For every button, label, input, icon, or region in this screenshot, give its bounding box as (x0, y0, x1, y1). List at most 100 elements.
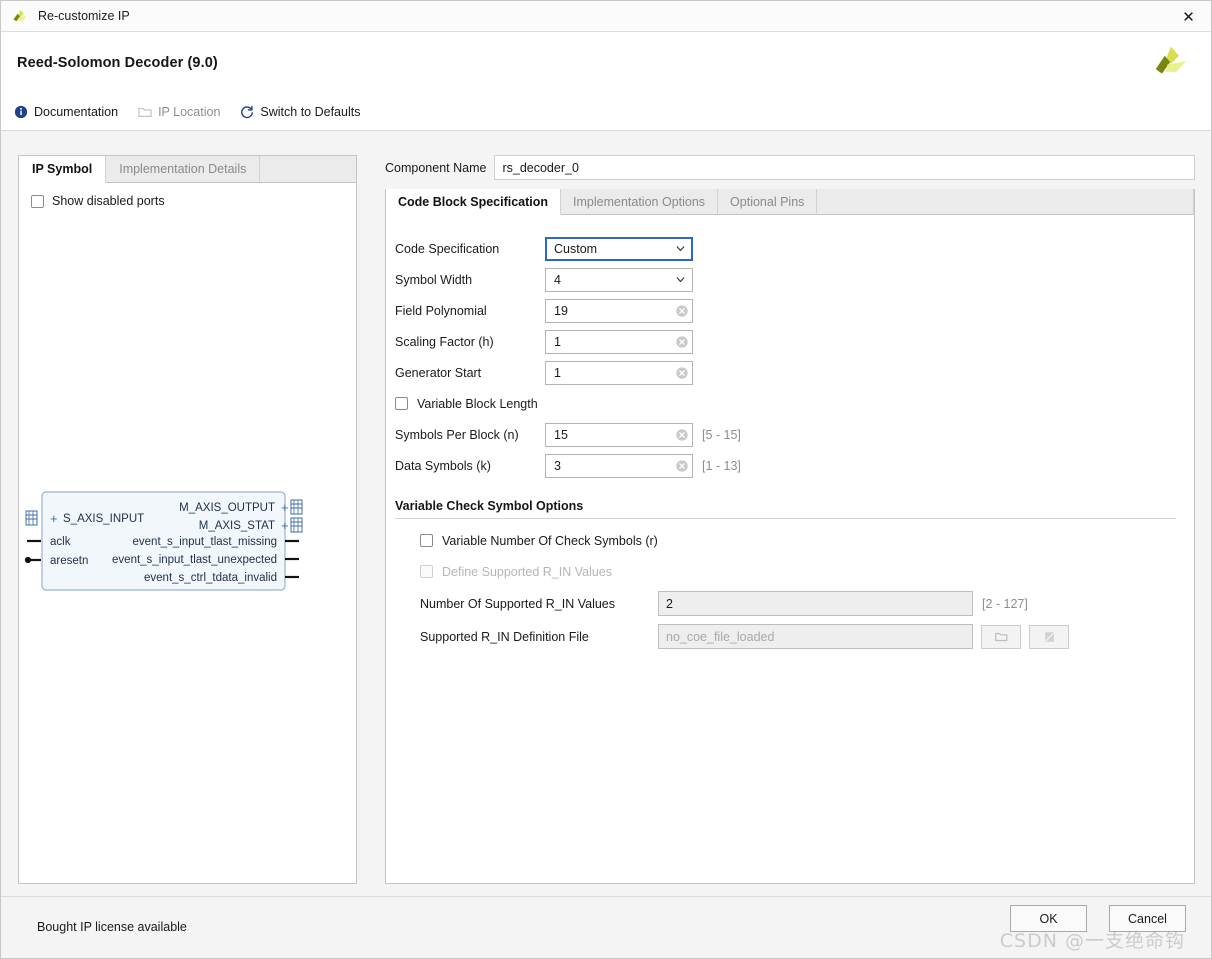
svg-text:M_AXIS_STAT: M_AXIS_STAT (199, 520, 275, 532)
tab-code-block-specification[interactable]: Code Block Specification (386, 189, 562, 215)
variable-block-length-checkbox[interactable] (395, 397, 408, 410)
code-specification-select[interactable]: Custom (545, 236, 693, 261)
generator-start-value: 1 (554, 365, 561, 380)
variable-block-length-label: Variable Block Length (417, 396, 538, 411)
info-icon (14, 105, 28, 118)
symbols-per-block-input[interactable]: 15 (545, 422, 693, 447)
data-symbols-value: 3 (554, 458, 561, 473)
clear-icon[interactable] (675, 366, 689, 380)
port-aresetn: aresetn (24, 555, 88, 567)
ip-symbol-diagram: + S_AXIS_INPUT aclk aresetn M_AXIS_OUTPU… (19, 486, 358, 616)
ok-button[interactable]: OK (1010, 905, 1087, 932)
browse-coe-file-button[interactable] (981, 624, 1021, 649)
data-symbols-label: Data Symbols (k) (395, 458, 491, 473)
tab-ip-symbol[interactable]: IP Symbol (19, 156, 107, 183)
edit-coe-file-button[interactable] (1029, 624, 1069, 649)
symbol-width-label: Symbol Width (395, 272, 473, 287)
svg-text:M_AXIS_OUTPUT: M_AXIS_OUTPUT (179, 502, 275, 514)
number-supported-rin-input[interactable]: 2 (658, 591, 973, 616)
switch-to-defaults-label: Switch to Defaults (260, 104, 361, 119)
svg-text:+: + (281, 518, 289, 533)
variable-number-check-symbols-label: Variable Number Of Check Symbols (r) (442, 533, 658, 548)
field-polynomial-input[interactable]: 19 (545, 298, 693, 323)
show-disabled-ports-checkbox[interactable] (31, 194, 44, 208)
ip-symbol-svg: + S_AXIS_INPUT aclk aresetn M_AXIS_OUTPU… (24, 491, 303, 591)
number-supported-rin-label: Number Of Supported R_IN Values (420, 596, 616, 611)
code-specification-row: Code Specification Custom (395, 233, 1194, 264)
dialog-footer: Bought IP license available OK Cancel CS… (1, 896, 1211, 958)
dialog-body: IP Symbol Implementation Details Show di… (1, 132, 1211, 896)
refresh-icon (241, 105, 254, 118)
field-polynomial-value: 19 (554, 303, 568, 318)
generator-start-row: Generator Start 1 (395, 357, 1194, 388)
svg-text:+: + (50, 511, 58, 526)
scaling-factor-label: Scaling Factor (h) (395, 334, 494, 349)
section-divider (395, 518, 1176, 519)
data-symbols-range: [1 - 13] (702, 458, 741, 473)
generator-start-input[interactable]: 1 (545, 360, 693, 385)
symbol-width-select[interactable]: 4 (545, 267, 693, 292)
svg-text:S_AXIS_INPUT: S_AXIS_INPUT (63, 513, 144, 525)
port-event-s-ctrl-tdata-invalid: event_s_ctrl_tdata_invalid (144, 572, 299, 584)
cancel-button[interactable]: Cancel (1109, 905, 1186, 932)
scaling-factor-value: 1 (554, 334, 561, 349)
tab-optional-pins[interactable]: Optional Pins (718, 189, 818, 214)
scaling-factor-row: Scaling Factor (h) 1 (395, 326, 1194, 357)
config-tab-filler (817, 189, 1194, 214)
component-name-row: Component Name rs_decoder_0 (385, 155, 1195, 180)
define-supported-rin-row[interactable]: Define Supported R_IN Values (420, 556, 1194, 587)
close-icon[interactable]: ✕ (1166, 1, 1211, 32)
window-title: Re-customize IP (38, 9, 130, 23)
field-polynomial-row: Field Polynomial 19 (395, 295, 1194, 326)
edit-file-icon (1044, 631, 1054, 642)
clear-icon[interactable] (675, 335, 689, 349)
ip-symbol-pane: IP Symbol Implementation Details Show di… (18, 155, 357, 884)
page-title: Reed-Solomon Decoder (9.0) (17, 54, 218, 71)
component-name-input[interactable]: rs_decoder_0 (494, 155, 1195, 180)
show-disabled-ports-label: Show disabled ports (52, 194, 165, 208)
documentation-link[interactable]: Documentation (14, 105, 118, 119)
tab-implementation-details-label: Implementation Details (119, 162, 247, 176)
clear-icon[interactable] (675, 428, 689, 442)
chevron-down-icon (676, 277, 685, 283)
supported-rin-file-input[interactable]: no_coe_file_loaded (658, 624, 973, 649)
generator-start-label: Generator Start (395, 365, 482, 380)
code-specification-value: Custom (554, 241, 598, 256)
svg-text:+: + (281, 500, 289, 515)
define-supported-rin-checkbox[interactable] (420, 565, 433, 578)
clear-icon[interactable] (675, 304, 689, 318)
folder-open-icon (994, 632, 1007, 641)
switch-to-defaults-link[interactable]: Switch to Defaults (240, 105, 360, 119)
scaling-factor-input[interactable]: 1 (545, 329, 693, 354)
toolbar: Documentation IP Location Switch to Defa… (1, 93, 1211, 131)
svg-text:event_s_input_tlast_unexpected: event_s_input_tlast_unexpected (112, 554, 277, 566)
variable-block-length-row[interactable]: Variable Block Length (395, 388, 1194, 419)
port-event-s-input-tlast-missing: event_s_input_tlast_missing (133, 536, 299, 548)
svg-text:aclk: aclk (50, 536, 71, 548)
tab-implementation-options[interactable]: Implementation Options (561, 189, 719, 214)
ip-location-link[interactable]: IP Location (138, 105, 220, 119)
documentation-label: Documentation (34, 104, 119, 119)
tab-ip-symbol-label: IP Symbol (32, 162, 93, 176)
chevron-down-icon (676, 246, 685, 252)
symbols-per-block-range: [5 - 15] (702, 427, 741, 442)
number-supported-rin-row: Number Of Supported R_IN Values 2 [2 - 1… (420, 587, 1194, 620)
tab-implementation-options-label: Implementation Options (573, 194, 706, 209)
folder-icon (138, 107, 152, 117)
data-symbols-input[interactable]: 3 (545, 453, 693, 478)
component-name-label: Component Name (385, 160, 487, 175)
supported-rin-file-row: Supported R_IN Definition File no_coe_fi… (420, 620, 1194, 653)
show-disabled-ports-row[interactable]: Show disabled ports (19, 183, 356, 208)
tab-code-block-specification-label: Code Block Specification (398, 194, 549, 209)
symbols-per-block-row: Symbols Per Block (n) 15 [5 - 15] (395, 419, 1194, 450)
vivado-logo-icon (13, 9, 27, 21)
port-m-axis-stat: M_AXIS_STAT + (199, 517, 303, 533)
tab-implementation-details[interactable]: Implementation Details (106, 156, 261, 182)
clear-icon[interactable] (675, 459, 689, 473)
variable-number-check-symbols-row[interactable]: Variable Number Of Check Symbols (r) (420, 525, 1194, 556)
number-supported-rin-range: [2 - 127] (982, 596, 1028, 611)
amd-xilinx-logo-icon (1155, 46, 1187, 74)
variable-number-check-symbols-checkbox[interactable] (420, 534, 433, 547)
title-bar: Re-customize IP ✕ (1, 1, 1211, 32)
symbol-width-row: Symbol Width 4 (395, 264, 1194, 295)
